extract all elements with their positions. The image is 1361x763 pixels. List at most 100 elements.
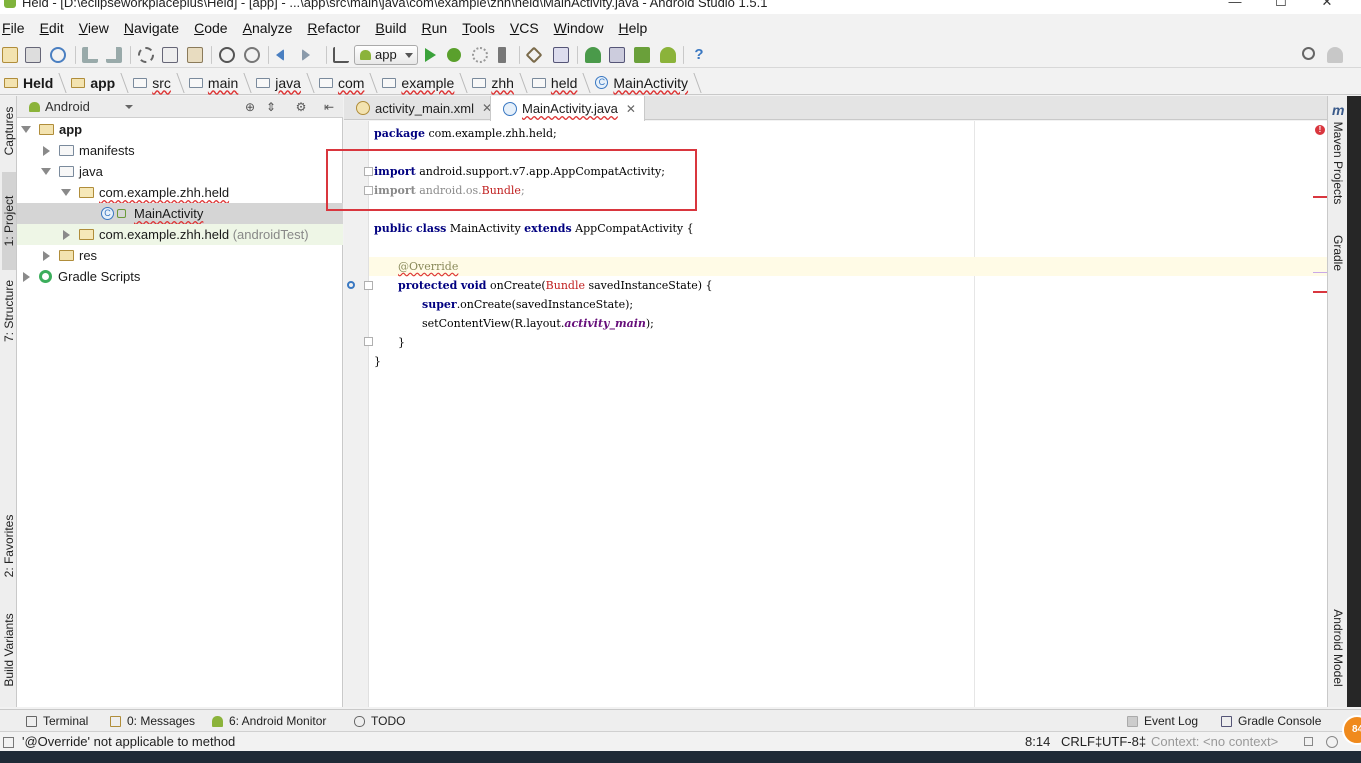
menu-build[interactable]: Build (375, 20, 406, 36)
menu-window[interactable]: Window (554, 20, 604, 36)
sync-icon[interactable] (50, 47, 66, 63)
error-stripe-mark[interactable] (1313, 196, 1327, 198)
run-icon[interactable] (425, 48, 436, 62)
breadcrumb-zhh[interactable]: zhh (472, 75, 524, 91)
tab-activity-main-xml[interactable]: activity_main.xml ✕ (344, 96, 500, 120)
breadcrumb-example[interactable]: example (382, 75, 464, 91)
menu-navigate[interactable]: Navigate (124, 20, 179, 36)
menu-file[interactable]: File (2, 20, 25, 36)
tree-item-java[interactable]: java (17, 161, 343, 182)
collapse-arrow-icon[interactable] (23, 271, 30, 282)
tree-item-manifests[interactable]: manifests (17, 140, 343, 161)
fold-marker-icon[interactable] (364, 281, 373, 290)
run-config-dropdown[interactable]: app (354, 45, 418, 65)
tree-item-package-androidtest[interactable]: com.example.zhh.held (androidTest) (17, 224, 343, 245)
maximize-button[interactable]: ☐ (1258, 0, 1304, 14)
breadcrumb-held-package[interactable]: held (531, 75, 587, 91)
save-icon[interactable] (25, 47, 41, 63)
menu-edit[interactable]: Edit (40, 20, 64, 36)
debug-icon[interactable] (447, 48, 461, 62)
tree-item-gradle-scripts[interactable]: Gradle Scripts (17, 266, 343, 287)
breadcrumb-com[interactable]: com (318, 75, 374, 91)
close-tab-icon[interactable]: ✕ (626, 102, 636, 116)
menu-analyze[interactable]: Analyze (243, 20, 293, 36)
tree-item-mainactivity[interactable]: C MainActivity (17, 203, 343, 224)
close-window-button[interactable]: ✕ (1304, 0, 1350, 14)
device-icon[interactable] (498, 47, 506, 63)
sdk-manager-icon[interactable] (634, 47, 650, 63)
captures-tab[interactable]: Captures (2, 82, 16, 180)
paste-icon[interactable] (187, 47, 203, 63)
lock-icon[interactable] (1304, 737, 1313, 746)
hide-panel-icon[interactable]: ⇤ (322, 100, 336, 114)
collapse-arrow-icon[interactable] (43, 250, 50, 261)
gear-icon[interactable]: ⚙ (294, 100, 308, 114)
menu-view[interactable]: View (79, 20, 109, 36)
stripe-mark[interactable] (1313, 272, 1327, 273)
terminal-tab[interactable]: Terminal (26, 710, 88, 732)
breadcrumb-app[interactable]: app (71, 75, 125, 91)
user-icon[interactable] (1327, 47, 1343, 63)
forward-icon[interactable] (302, 49, 310, 61)
collapse-all-icon[interactable]: ⇕ (264, 100, 278, 114)
copy-icon[interactable] (162, 47, 178, 63)
settings-tools-icon[interactable] (525, 46, 543, 64)
make-project-icon[interactable] (333, 47, 349, 63)
gradle-console-tab[interactable]: Gradle Console (1221, 710, 1321, 732)
expand-arrow-icon[interactable] (21, 126, 31, 133)
menu-vcs[interactable]: VCS (510, 20, 539, 36)
event-log-tab[interactable]: Event Log (1127, 710, 1198, 732)
build-variants-tab[interactable]: Build Variants (2, 601, 16, 699)
structure-tab[interactable]: 7: Structure (2, 262, 16, 360)
caret-position[interactable]: 8:14 (1025, 734, 1050, 749)
cut-icon[interactable] (138, 47, 154, 63)
gradle-tab[interactable]: Gradle (1331, 211, 1345, 295)
menu-help[interactable]: Help (618, 20, 647, 36)
messages-tab[interactable]: 0: Messages (110, 710, 195, 732)
breadcrumb-mainactivity[interactable]: C MainActivity (595, 75, 698, 91)
undo-icon[interactable] (82, 47, 98, 63)
breadcrumb-main[interactable]: main (188, 75, 248, 91)
android-model-tab[interactable]: Android Model (1331, 606, 1345, 690)
favorites-tab[interactable]: 2: Favorites (2, 497, 16, 595)
menu-code[interactable]: Code (194, 20, 227, 36)
expand-arrow-icon[interactable] (61, 189, 71, 196)
todo-tab[interactable]: TODO (354, 710, 405, 732)
menu-refactor[interactable]: Refactor (307, 20, 360, 36)
tree-item-package[interactable]: com.example.zhh.held (17, 182, 343, 203)
fold-marker-icon[interactable] (364, 337, 373, 346)
attach-debugger-icon[interactable] (472, 47, 488, 63)
collapse-arrow-icon[interactable] (63, 229, 70, 240)
tree-item-app[interactable]: app (17, 119, 343, 140)
gradle-sync-icon[interactable] (585, 47, 601, 63)
breadcrumb-java[interactable]: java (256, 75, 311, 91)
project-structure-icon[interactable] (553, 47, 569, 63)
help-icon[interactable]: ? (691, 47, 707, 63)
redo-icon[interactable] (106, 47, 122, 63)
collapse-arrow-icon[interactable] (43, 145, 50, 156)
line-separator[interactable]: CRLF‡ (1061, 734, 1102, 749)
open-folder-icon[interactable] (2, 47, 18, 63)
back-icon[interactable] (276, 49, 284, 61)
find-icon[interactable] (219, 47, 235, 63)
android-monitor-tab[interactable]: 6: Android Monitor (212, 710, 326, 732)
scroll-from-source-icon[interactable]: ⊕ (243, 100, 257, 114)
file-encoding[interactable]: UTF-8‡ (1102, 734, 1146, 749)
android-device-monitor-icon[interactable] (660, 47, 676, 63)
hector-icon[interactable] (1326, 736, 1338, 748)
search-everywhere-icon[interactable] (1302, 47, 1315, 60)
replace-icon[interactable] (244, 47, 260, 63)
tab-mainactivity-java[interactable]: MainActivity.java ✕ (490, 96, 645, 121)
expand-arrow-icon[interactable] (41, 168, 51, 175)
error-stripe-mark[interactable] (1313, 291, 1327, 293)
tree-item-res[interactable]: res (17, 245, 343, 266)
error-indicator-icon[interactable]: ! (1315, 125, 1325, 135)
tool-windows-toggle-icon[interactable] (3, 737, 14, 748)
menu-tools[interactable]: Tools (462, 20, 495, 36)
project-view-selector[interactable]: Android (25, 98, 133, 116)
override-gutter-icon[interactable] (347, 281, 355, 289)
project-tab[interactable]: 1: Project (2, 172, 16, 270)
menu-run[interactable]: Run (421, 20, 447, 36)
avd-manager-icon[interactable] (609, 47, 625, 63)
minimize-button[interactable]: — (1212, 0, 1258, 14)
